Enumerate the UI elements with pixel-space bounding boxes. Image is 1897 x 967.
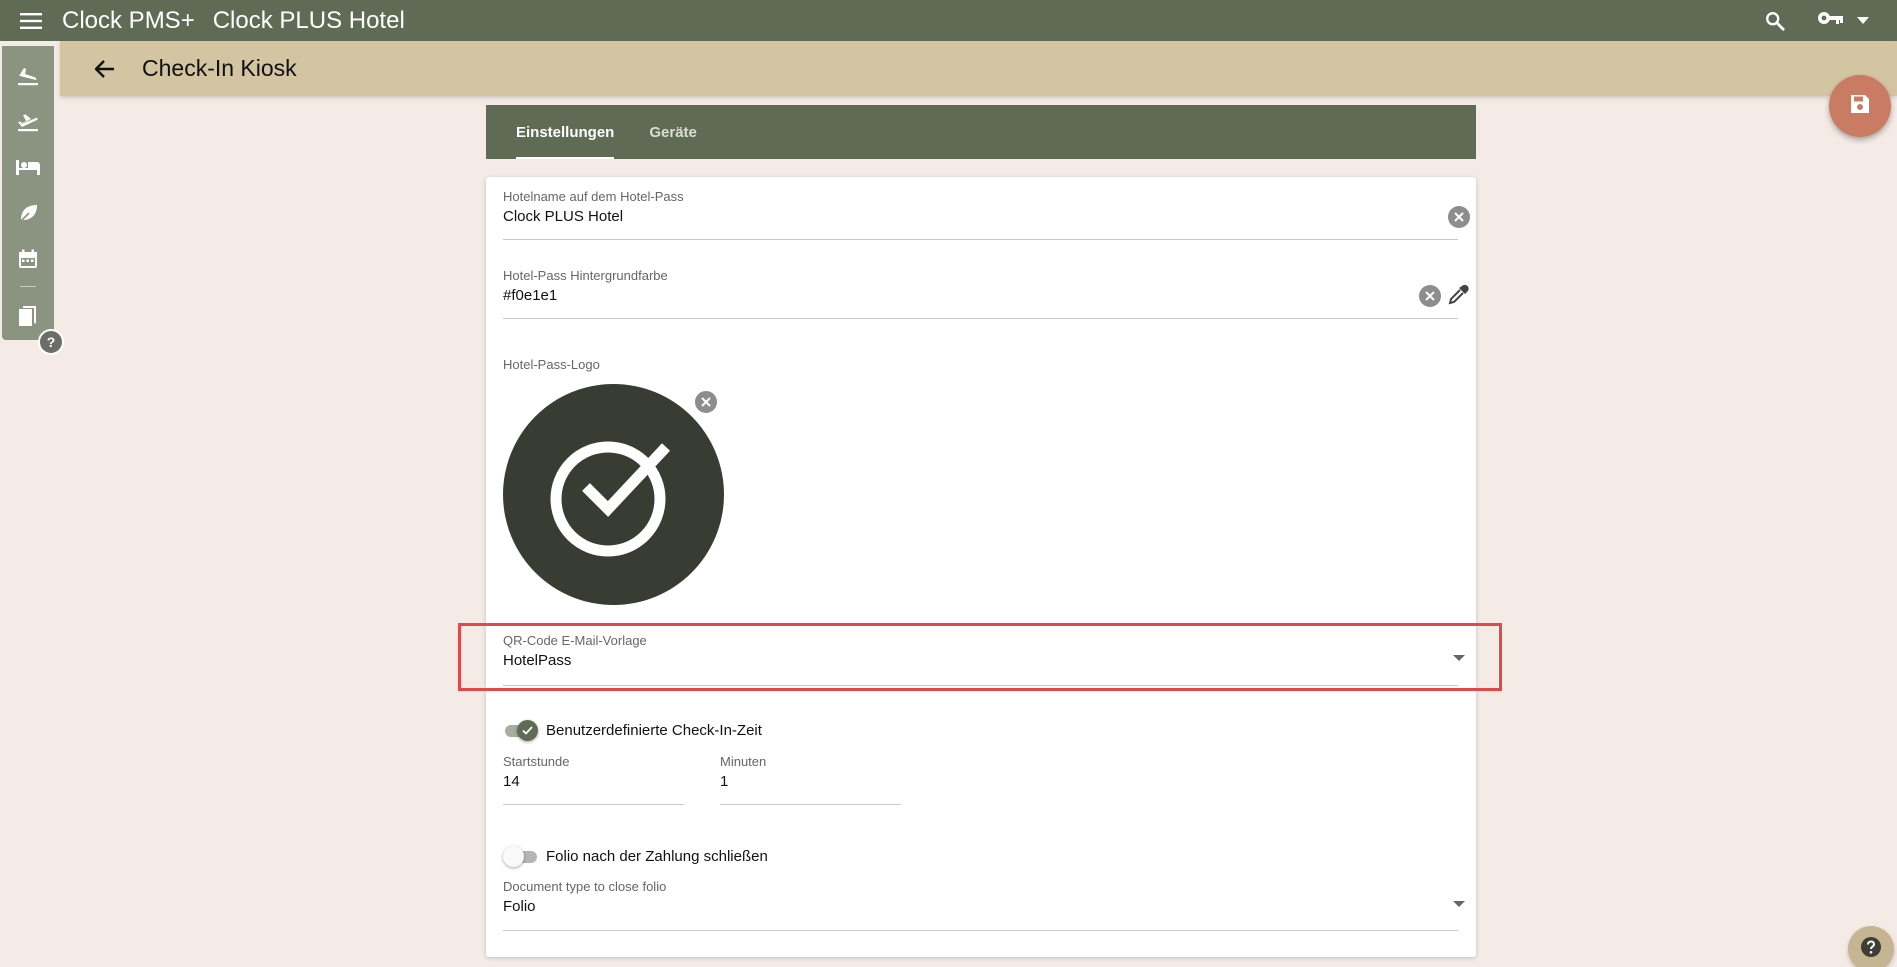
hotel-name-underline [503, 239, 1458, 240]
calendar-icon[interactable] [2, 236, 54, 282]
bg-color-underline [503, 318, 1458, 319]
close-folio-label: Folio nach der Zahlung schließen [546, 848, 768, 865]
hotel-name-label: Hotelname auf dem Hotel-Pass [503, 189, 684, 204]
departures-icon[interactable] [2, 98, 54, 144]
tab-bar: Einstellungen Geräte [486, 105, 1476, 159]
remove-logo-icon[interactable] [693, 389, 719, 415]
close-folio-toggle-knob [503, 846, 524, 867]
logo-field: Hotel-Pass-Logo [503, 357, 1458, 372]
minutes-field[interactable]: Minuten 1 [720, 754, 901, 805]
account-key-menu[interactable] [1817, 10, 1869, 31]
hotel-title[interactable]: Clock PLUS Hotel [213, 7, 405, 35]
settings-card: Hotelname auf dem Hotel-Pass Clock PLUS … [486, 177, 1476, 957]
top-app-bar: Clock PMS+ Clock PLUS Hotel [0, 0, 1897, 41]
menu-icon[interactable] [0, 0, 62, 41]
minutes-label: Minuten [720, 754, 767, 769]
close-folio-toggle[interactable] [503, 846, 539, 867]
doc-type-select[interactable]: Document type to close folio Folio [503, 879, 1465, 931]
start-hour-underline [503, 804, 684, 805]
rail-divider [20, 286, 36, 287]
start-hour-input[interactable]: 14 [503, 773, 684, 790]
app-title: Clock PMS+ [62, 6, 195, 34]
hotel-name-field[interactable]: Hotelname auf dem Hotel-Pass Clock PLUS … [503, 189, 1470, 240]
rail-help-badge[interactable]: ? [38, 329, 64, 355]
start-hour-field[interactable]: Startstunde 14 [503, 754, 684, 805]
left-nav-rail [2, 46, 54, 340]
tab-einstellungen[interactable]: Einstellungen [516, 105, 615, 159]
qr-template-underline [503, 685, 1458, 686]
doc-type-label: Document type to close folio [503, 879, 667, 894]
custom-checkin-toggle[interactable] [503, 720, 539, 741]
clock-check-logo-icon [550, 441, 670, 556]
bg-color-field[interactable]: Hotel-Pass Hintergrundfarbe #f0e1e1 [503, 268, 1469, 319]
custom-checkin-label: Benutzerdefinierte Check-In-Zeit [546, 722, 762, 739]
chevron-down-icon [1857, 12, 1869, 30]
floppy-disk-icon [1849, 93, 1871, 120]
page-header: Check-In Kiosk [60, 41, 1897, 96]
eyedropper-icon[interactable] [1448, 283, 1470, 310]
doc-type-dropdown-arrow-icon[interactable] [1453, 901, 1465, 907]
housekeeping-leaf-icon[interactable] [2, 190, 54, 236]
bg-color-label: Hotel-Pass Hintergrundfarbe [503, 268, 668, 283]
doc-type-underline [503, 930, 1458, 931]
hotel-name-input[interactable]: Clock PLUS Hotel [503, 208, 1458, 225]
help-badge-label: ? [46, 334, 56, 350]
page-title: Check-In Kiosk [142, 55, 297, 81]
qr-template-value[interactable]: HotelPass [503, 652, 1458, 669]
hotel-pass-logo-image[interactable] [503, 384, 724, 605]
minutes-input[interactable]: 1 [720, 773, 901, 790]
help-button[interactable] [1848, 926, 1894, 967]
help-icon [1859, 935, 1883, 964]
arrivals-icon[interactable] [2, 52, 54, 98]
minutes-underline [720, 804, 901, 805]
save-button[interactable] [1829, 75, 1891, 137]
qr-template-dropdown-arrow-icon[interactable] [1453, 655, 1465, 661]
clear-hotel-name-icon[interactable] [1448, 206, 1470, 228]
logo-label: Hotel-Pass-Logo [503, 357, 600, 372]
doc-type-value[interactable]: Folio [503, 898, 1458, 915]
qr-template-select[interactable]: QR-Code E-Mail-Vorlage HotelPass [503, 633, 1465, 686]
check-icon [517, 720, 538, 741]
start-hour-label: Startstunde [503, 754, 570, 769]
tab-geraete[interactable]: Geräte [649, 105, 697, 159]
key-icon [1817, 10, 1845, 31]
search-icon[interactable] [1755, 0, 1795, 41]
clear-bg-color-icon[interactable] [1419, 285, 1441, 307]
qr-template-label: QR-Code E-Mail-Vorlage [503, 633, 647, 648]
rooms-icon[interactable] [2, 144, 54, 190]
back-arrow-icon[interactable] [70, 41, 140, 96]
bg-color-input[interactable]: #f0e1e1 [503, 287, 1458, 304]
